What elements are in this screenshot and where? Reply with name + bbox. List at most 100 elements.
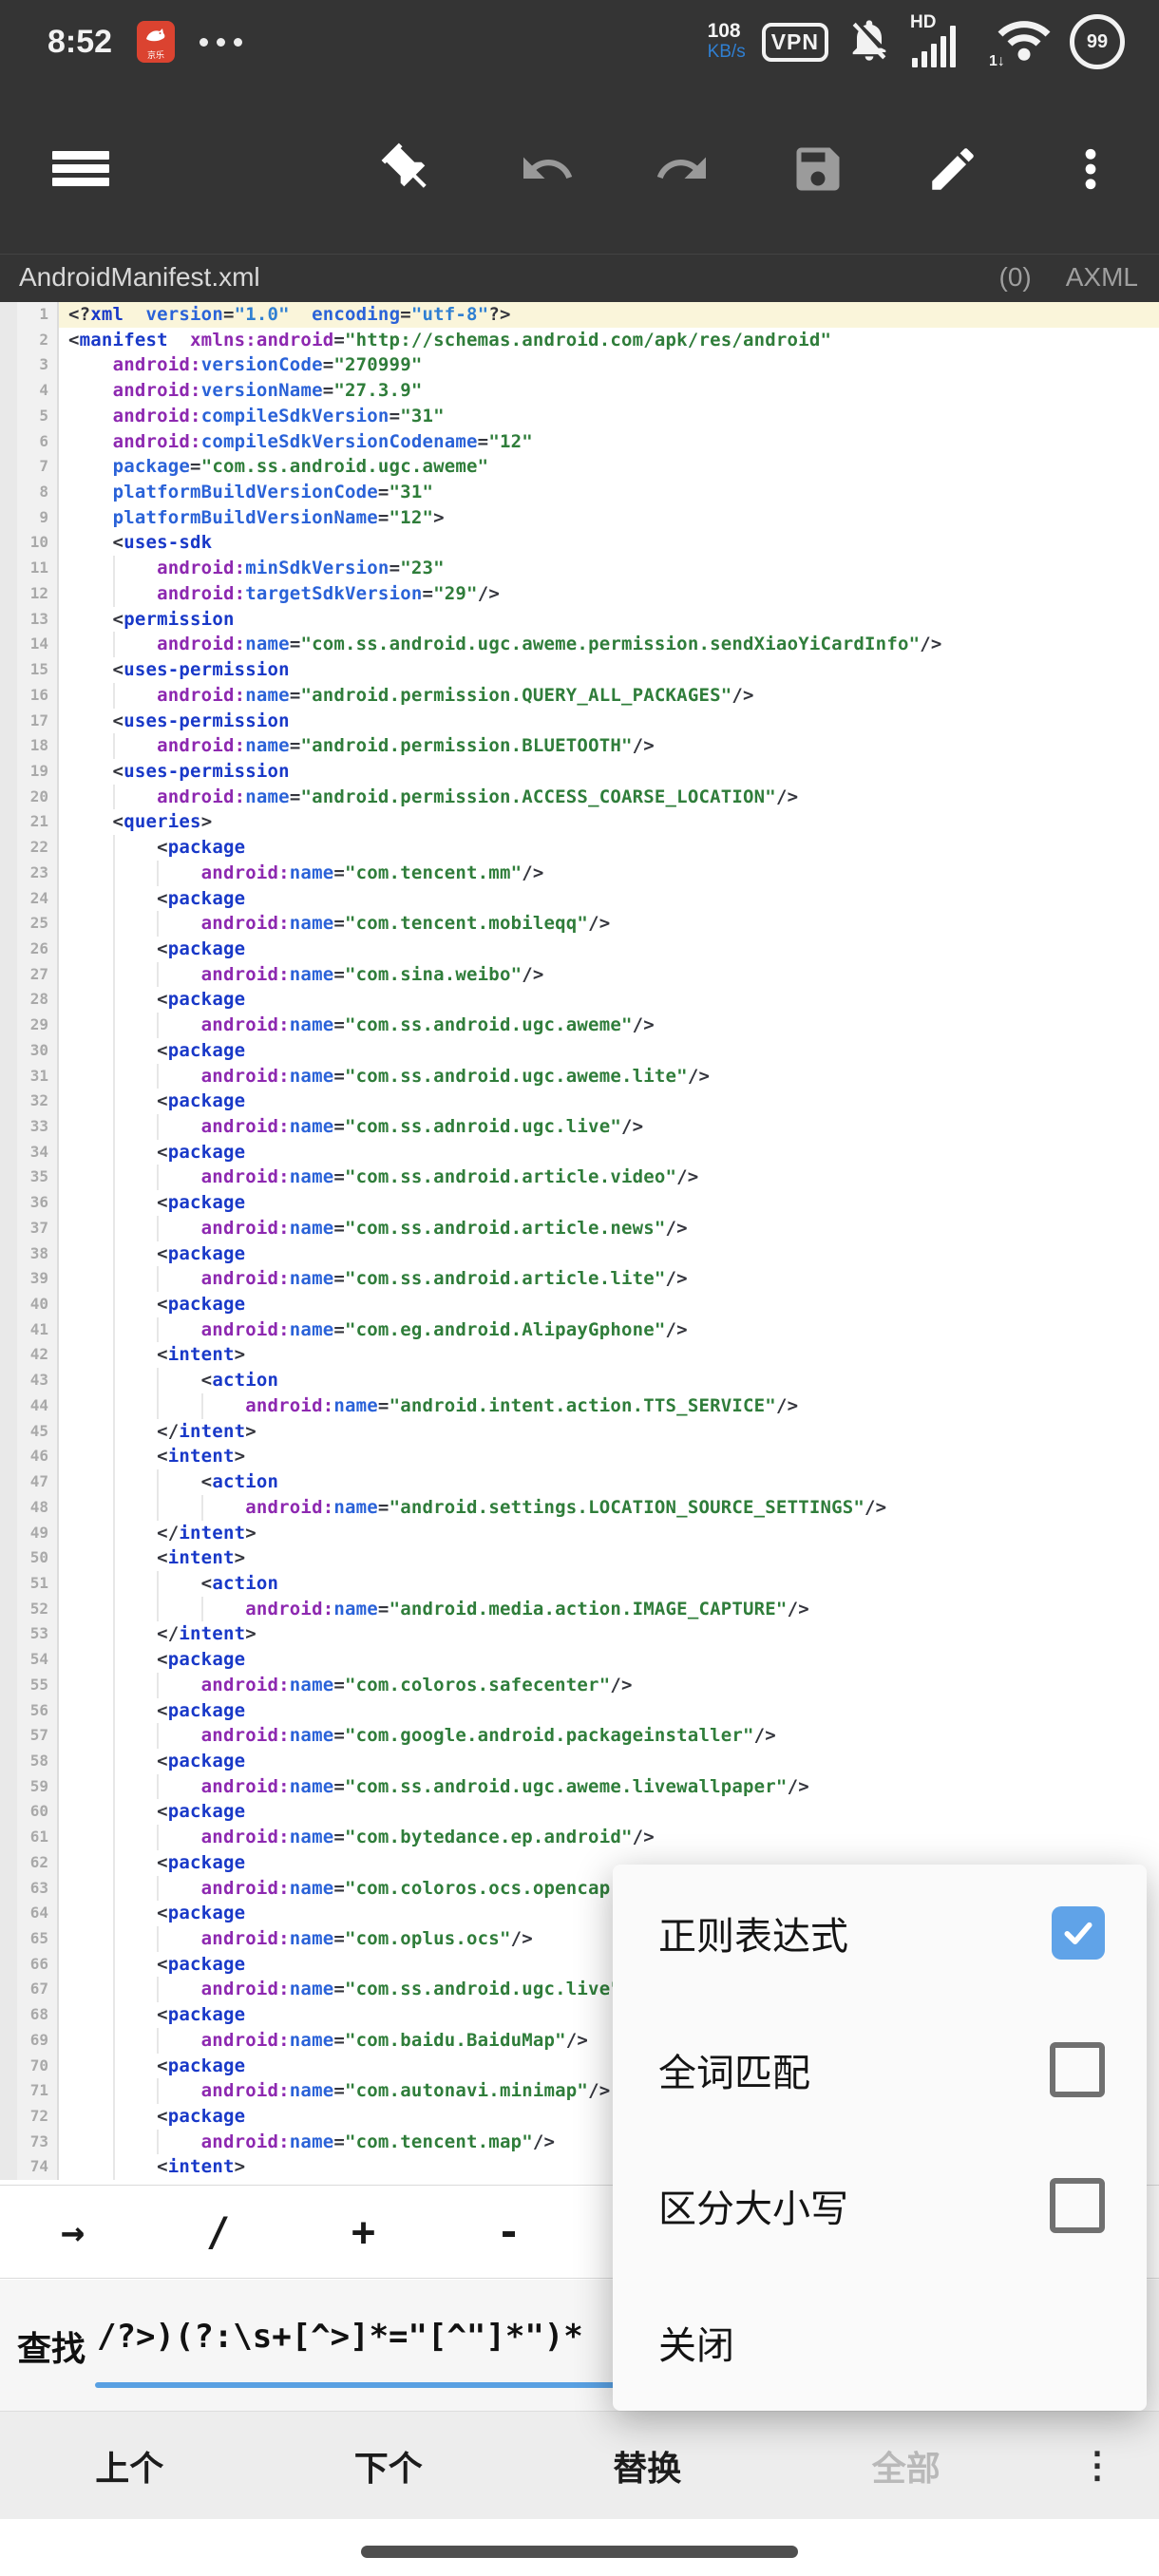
code-line[interactable]: 7 package="com.ss.android.ugc.aweme" [0,454,1159,481]
code-text: <package [59,1139,1159,1165]
code-line[interactable]: 44 android:name="android.intent.action.T… [0,1392,1159,1419]
code-line[interactable]: 6 android:compileSdkVersionCodename="12" [0,428,1159,455]
code-line[interactable]: 1 <?xml version="1.0" encoding="utf-8"?> [0,302,1159,328]
pin-button[interactable] [355,84,460,254]
code-text: <package [59,1697,1159,1724]
code-line[interactable]: 26 <package [0,936,1159,962]
code-line[interactable]: 10 <uses-sdk [0,530,1159,557]
code-line[interactable]: 54 <package [0,1647,1159,1673]
code-line[interactable]: 33 android:name="com.ss.adnroid.ugc.live… [0,1114,1159,1140]
code-line[interactable]: 17 <uses-permission [0,708,1159,734]
code-line[interactable]: 60 <package [0,1799,1159,1826]
code-line[interactable]: 43 <action [0,1368,1159,1393]
code-line[interactable]: 3 android:versionCode="270999" [0,352,1159,379]
code-line[interactable]: 46 <intent> [0,1444,1159,1470]
code-text: android:name="com.ss.android.ugc.aweme.l… [59,1773,1159,1800]
code-line[interactable]: 55 android:name="com.coloros.safecenter"… [0,1672,1159,1698]
find-input[interactable]: /?>)(?:\s+[^>]*="[^"]*")* [97,2318,583,2356]
symbol-arrow-button[interactable]: → [0,2208,145,2255]
checkbox-unchecked-icon[interactable] [1050,2041,1105,2097]
code-line[interactable]: 51 <action [0,1570,1159,1597]
overflow-menu-button[interactable] [1038,84,1143,254]
code-line[interactable]: 29 android:name="com.ss.android.ugc.awem… [0,1013,1159,1038]
code-line[interactable]: 8 platformBuildVersionCode="31" [0,480,1159,505]
code-text: android:name="com.ss.android.ugc.aweme.p… [59,632,1159,658]
edit-mode-button[interactable] [901,84,1005,254]
code-line[interactable]: 58 <package [0,1748,1159,1774]
code-line[interactable]: 20 android:name="android.permission.ACCE… [0,784,1159,810]
code-line[interactable]: 56 <package [0,1697,1159,1724]
code-line[interactable]: 42 <intent> [0,1342,1159,1369]
code-line[interactable]: 27 android:name="com.sina.weibo"/> [0,961,1159,988]
home-indicator[interactable] [361,2546,798,2558]
code-line[interactable]: 37 android:name="com.ss.android.article.… [0,1215,1159,1241]
code-line[interactable]: 53 </intent> [0,1621,1159,1648]
checkbox-unchecked-icon[interactable] [1050,2178,1105,2234]
code-line[interactable]: 19 <uses-permission [0,758,1159,785]
code-line[interactable]: 52 android:name="android.media.action.IM… [0,1596,1159,1622]
code-line[interactable]: 12 android:targetSdkVersion="29"/> [0,580,1159,607]
undo-button[interactable] [495,84,599,254]
code-line[interactable]: 2 <manifest xmlns:android="http://schemas… [0,327,1159,353]
file-format-label[interactable]: AXML [1066,262,1138,293]
next-match-button[interactable]: 下个 [259,2441,519,2491]
code-line[interactable]: 41 android:name="com.eg.android.AlipayGp… [0,1316,1159,1343]
menu-hamburger-button[interactable] [28,84,133,254]
checkbox-checked-icon[interactable] [1052,1905,1105,1960]
code-line[interactable]: 13 <permission [0,606,1159,633]
save-button[interactable] [766,84,870,254]
code-line[interactable]: 16 android:name="android.permission.QUER… [0,682,1159,709]
code-line[interactable]: 11 android:minSdkVersion="23" [0,556,1159,581]
redo-button[interactable] [630,84,734,254]
code-line[interactable]: 31 android:name="com.ss.android.ugc.awem… [0,1063,1159,1089]
option-close[interactable]: 关闭 [613,2274,1147,2411]
code-line[interactable]: 59 android:name="com.ss.android.ugc.awem… [0,1773,1159,1800]
code-line[interactable]: 30 <package [0,1037,1159,1064]
open-file-name[interactable]: AndroidManifest.xml [19,262,260,293]
code-line[interactable]: 35 android:name="com.ss.android.article.… [0,1165,1159,1191]
option-case-sensitive[interactable]: 区分大小写 [613,2138,1147,2275]
code-line[interactable]: 47 <action [0,1469,1159,1495]
notification-more-dots-icon [200,37,243,47]
code-line[interactable]: 49 </intent> [0,1520,1159,1546]
symbol-plus-button[interactable]: + [291,2208,436,2255]
code-line[interactable]: 34 <package [0,1139,1159,1165]
code-line[interactable]: 57 android:name="com.google.android.pack… [0,1723,1159,1749]
code-line[interactable]: 4 android:versionName="27.3.9" [0,378,1159,404]
symbol-minus-button[interactable]: - [436,2208,581,2255]
code-text: <uses-sdk [68,532,213,554]
option-regex[interactable]: 正则表达式 [613,1865,1147,2001]
line-number: 23 [0,860,59,886]
code-text: android:name="com.coloros.safecenter"/> [59,1672,1159,1698]
code-line[interactable]: 24 <package [0,885,1159,912]
code-line[interactable]: 40 <package [0,1292,1159,1317]
code-line[interactable]: 36 <package [0,1190,1159,1216]
code-line[interactable]: 28 <package [0,987,1159,1013]
code-line[interactable]: 45 </intent> [0,1418,1159,1445]
previous-match-button[interactable]: 上个 [0,2441,259,2491]
code-line[interactable]: 15 <uses-permission [0,657,1159,683]
code-line[interactable]: 21 <queries> [0,809,1159,836]
line-number: 2 [0,327,59,353]
find-options-button[interactable]: ⋮ [1036,2444,1159,2487]
code-line[interactable]: 32 <package [0,1089,1159,1114]
code-line[interactable]: 9 platformBuildVersionName="12"> [0,504,1159,531]
replace-button[interactable]: 替换 [518,2441,777,2491]
line-number: 43 [0,1368,59,1393]
code-line[interactable]: 39 android:name="com.ss.android.article.… [0,1266,1159,1293]
code-line[interactable]: 25 android:name="com.tencent.mobileqq"/> [0,911,1159,937]
code-text: android:name="com.ss.android.ugc.aweme.l… [59,1063,1159,1089]
code-line[interactable]: 50 <intent> [0,1545,1159,1571]
code-line[interactable]: 22 <package [0,835,1159,861]
code-line[interactable]: 14 android:name="com.ss.android.ugc.awem… [0,632,1159,658]
code-line[interactable]: 38 <package [0,1241,1159,1267]
code-line[interactable]: 23 android:name="com.tencent.mm"/> [0,860,1159,886]
symbol-slash-button[interactable]: / [145,2208,291,2255]
code-line[interactable]: 48 android:name="android.settings.LOCATI… [0,1494,1159,1521]
code-text: platformBuildVersionCode="31" [112,482,434,503]
code-line[interactable]: 61 android:name="com.bytedance.ep.androi… [0,1825,1159,1850]
code-line[interactable]: 5 android:compileSdkVersion="31" [0,403,1159,429]
option-whole-word[interactable]: 全词匹配 [613,2001,1147,2138]
code-line[interactable]: 18 android:name="android.permission.BLUE… [0,733,1159,759]
code-text: <?xml version="1.0" encoding="utf-8"?> [59,302,1159,328]
